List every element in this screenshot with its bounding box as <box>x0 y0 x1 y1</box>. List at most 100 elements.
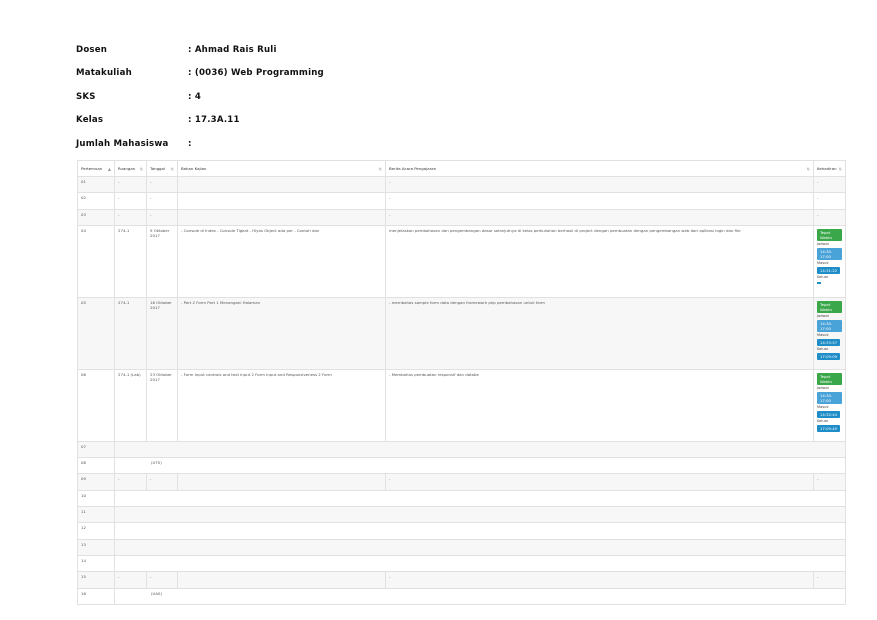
cell-berita: - <box>385 571 814 589</box>
cell-kehadiran: Tepat Waktu Jadwal 14:30-17:00 Masuk 14:… <box>813 368 846 442</box>
cell-tanggal: - <box>146 208 178 226</box>
table-body: 01 - - - - 02 - - - - 03 - - - - 04 274-… <box>77 175 846 605</box>
cell-pertemuan: 13 <box>77 538 115 556</box>
cell-bahan <box>177 571 386 589</box>
sort-icon: ⇅ <box>806 166 810 171</box>
keluar-badge: 17:05:09 <box>817 352 841 360</box>
cell-bahan <box>177 473 386 491</box>
sort-icon: ⇅ <box>139 166 143 171</box>
cell-bahan <box>177 175 386 194</box>
cell-pertemuan: 06 <box>77 368 115 442</box>
keluar-label: Keluar <box>817 418 829 423</box>
cell-ruangan: 274-1 <box>114 224 147 298</box>
matakuliah-row: Matakuliah : (0036) Web Programming <box>76 62 324 86</box>
cell-berita: menjelaskan pembahasan dan pengembangan … <box>385 224 814 298</box>
cell-ruangan: - <box>114 473 147 491</box>
keluar-badge: 17:05:45 <box>817 424 841 432</box>
masuk-label: Masuk <box>817 332 829 337</box>
cell-pertemuan: 03 <box>77 208 115 226</box>
cell-berita: - membahas sample form data dengan frame… <box>385 296 814 370</box>
cell-pertemuan: 10 <box>77 489 115 508</box>
attendance-table-wrap: Pertemuan ▲ Ruangan ⇅ Tanggal ⇅ Bahan Kajia… <box>77 160 846 605</box>
sort-icon: ⇅ <box>170 166 174 171</box>
matakuliah-value: : (0036) Web Programming <box>188 68 324 79</box>
attendance-table: Pertemuan ▲ Ruangan ⇅ Tanggal ⇅ Bahan Kajia… <box>77 160 846 605</box>
cell-pertemuan: 15 <box>77 571 115 589</box>
cell-uas: (UAS) <box>114 587 846 605</box>
cell-empty <box>114 554 846 573</box>
kelas-value: : 17.3A.11 <box>188 115 240 126</box>
status-badge: Tepat Waktu <box>817 300 842 313</box>
cell-pertemuan: 02 <box>77 192 115 210</box>
kelas-label: Kelas <box>76 115 104 126</box>
jadwal-badge: 14:30-17:00 <box>817 247 842 260</box>
table-row: 09 - - - - <box>77 473 846 491</box>
table-row: 05 274-1 16 Oktober 2017 - Part 2 Form P… <box>77 296 846 370</box>
dosen-value: : Ahmad Rais Ruli <box>188 44 277 55</box>
cell-pertemuan: 11 <box>77 506 115 524</box>
column-header-pertemuan[interactable]: Pertemuan ▲ <box>77 160 115 177</box>
masuk-label: Masuk <box>817 260 829 265</box>
cell-pertemuan: 07 <box>77 440 115 459</box>
cell-tanggal: - <box>146 192 178 210</box>
cell-pertemuan: 14 <box>77 554 115 573</box>
cell-kehadiran: - <box>813 192 846 210</box>
table-row: 13 <box>77 538 846 556</box>
jadwal-badge: 14:30-17:00 <box>817 319 842 332</box>
cell-tanggal: - <box>146 571 178 589</box>
table-row: 15 - - - - <box>77 571 846 589</box>
keluar-label: Keluar <box>817 346 829 351</box>
masuk-badge: 14:33:57 <box>817 338 841 346</box>
cell-ruangan: - <box>114 175 147 194</box>
sks-value: : 4 <box>188 91 202 102</box>
table-row: 04 274-1 9 Oktober 2017 - Console di Ind… <box>77 224 846 298</box>
cell-bahan: - Part 2 Form Part 1 Menangani Halaman <box>177 296 386 370</box>
cell-empty <box>114 440 846 459</box>
cell-ruangan: 274-1 (Lab) <box>114 368 147 442</box>
cell-kehadiran: Tepat Waktu Jadwal 14:30-17:00 Masuk 14:… <box>813 296 846 370</box>
cell-pertemuan: 12 <box>77 522 115 540</box>
masuk-badge: 14:31:22 <box>817 266 841 274</box>
cell-bahan: - Form Input controls and text input 2 F… <box>177 368 386 442</box>
column-header-bahan-kajian[interactable]: Bahan Kajian ⇅ <box>177 160 386 177</box>
cell-ruangan: - <box>114 208 147 226</box>
column-header-berita-acara[interactable]: Berita Acara Pengajaran ⇅ <box>385 160 814 177</box>
jumlah-value: : <box>188 138 192 149</box>
status-badge: Tepat Waktu <box>817 372 842 385</box>
table-row: 06 274-1 (Lab) 23 Oktober 2017 - Form In… <box>77 368 846 442</box>
status-badge: Tepat Waktu <box>817 228 842 241</box>
jumlah-label: Jumlah Mahasiswa <box>76 138 169 149</box>
table-row: 08 (UTS) <box>77 457 846 475</box>
cell-ruangan: 274-1 <box>114 296 147 370</box>
cell-berita: - <box>385 208 814 226</box>
cell-berita: - <box>385 175 814 194</box>
sks-row: SKS : 4 <box>76 85 324 109</box>
cell-kehadiran: - <box>813 571 846 589</box>
cell-tanggal: 16 Oktober 2017 <box>146 296 178 370</box>
sort-icon: ⇅ <box>378 166 382 171</box>
table-row: 02 - - - - <box>77 192 846 210</box>
table-row: 10 <box>77 489 846 508</box>
keluar-label: Keluar <box>817 274 829 279</box>
table-header-row: Pertemuan ▲ Ruangan ⇅ Tanggal ⇅ Bahan Kajia… <box>77 160 846 177</box>
column-header-tanggal[interactable]: Tanggal ⇅ <box>146 160 178 177</box>
cell-tanggal: - <box>146 473 178 491</box>
sks-label: SKS <box>76 91 96 102</box>
table-row: 03 - - - - <box>77 208 846 226</box>
cell-empty <box>114 506 846 524</box>
sort-icon: ⇅ <box>838 166 842 171</box>
cell-tanggal: - <box>146 175 178 194</box>
cell-berita: - <box>385 473 814 491</box>
keluar-empty-badge <box>817 281 821 284</box>
cell-berita: - Membahas pembuatan responsif dan datab… <box>385 368 814 442</box>
jadwal-badge: 14:30-17:00 <box>817 391 842 404</box>
table-row: 07 <box>77 440 846 459</box>
jadwal-label: Jadwal <box>817 313 829 318</box>
cell-pertemuan: 09 <box>77 473 115 491</box>
cell-pertemuan: 05 <box>77 296 115 370</box>
course-info: Dosen : Ahmad Rais Ruli Matakuliah : (00… <box>76 38 324 156</box>
dosen-label: Dosen <box>76 44 108 55</box>
column-header-kehadiran[interactable]: Kehadiran ⇅ <box>813 160 846 177</box>
cell-berita: - <box>385 192 814 210</box>
column-header-ruangan[interactable]: Ruangan ⇅ <box>114 160 147 177</box>
